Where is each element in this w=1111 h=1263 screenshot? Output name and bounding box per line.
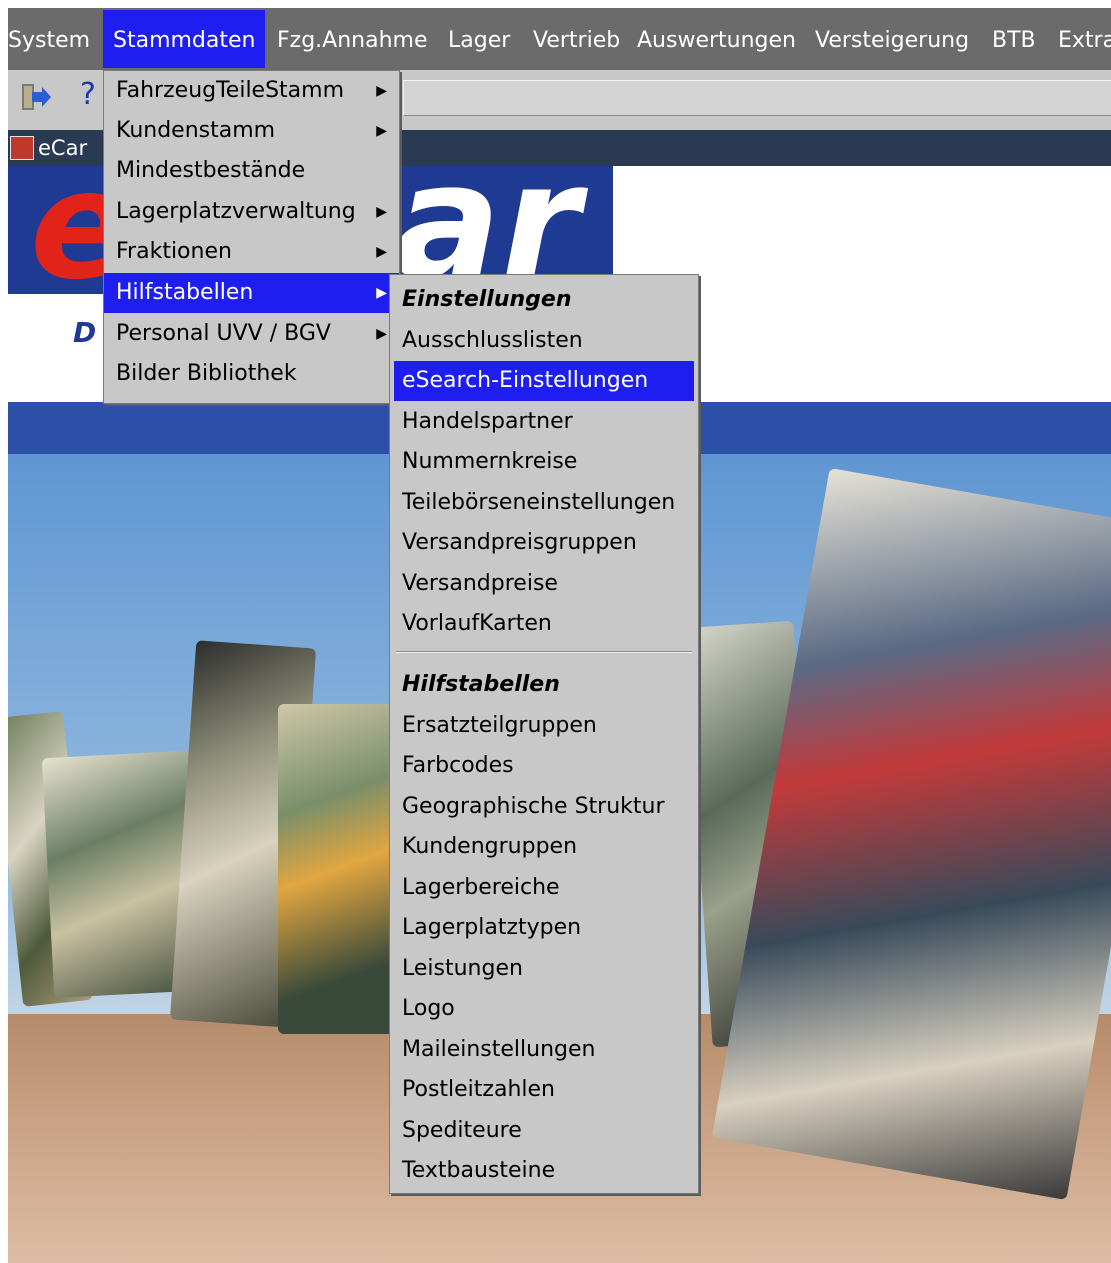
submenu-arrow-icon: ▶ — [376, 123, 387, 139]
menu-item-label: Kundenstamm — [116, 118, 276, 143]
menu-item-label: Spediteure — [402, 1118, 522, 1143]
menu-item-label: Farbcodes — [402, 753, 514, 778]
stammdaten-menu: FahrzeugTeileStamm ▶ Kundenstamm ▶ Mindest… — [103, 70, 400, 404]
menu-item-bilder-bibliothek[interactable]: Bilder Bibliothek — [104, 354, 399, 394]
menu-item-label: Versandpreise — [402, 571, 558, 596]
menu-vertrieb[interactable]: Vertrieb — [533, 28, 620, 54]
menu-item-handelspartner[interactable]: Handelspartner — [390, 402, 698, 442]
menu-item-geographische-struktur[interactable]: Geographische Struktur — [390, 787, 698, 827]
menu-item-label: Maileinstellungen — [402, 1037, 596, 1062]
menu-stammdaten-label: Stammdaten — [113, 28, 256, 53]
menu-item-lagerplatzverwaltung[interactable]: Lagerplatzverwaltung ▶ — [104, 192, 399, 232]
menu-item-vorlaufkarten[interactable]: VorlaufKarten — [390, 604, 698, 644]
submenu-arrow-icon: ▶ — [376, 285, 387, 301]
menu-item-maileinstellungen[interactable]: Maileinstellungen — [390, 1030, 698, 1070]
menu-item-lagerbereiche[interactable]: Lagerbereiche — [390, 868, 698, 908]
menu-item-hilfstabellen[interactable]: Hilfstabellen ▶ — [104, 273, 399, 313]
menu-versteigerung[interactable]: Versteigerung — [815, 28, 969, 54]
menu-item-label: Postleitzahlen — [402, 1077, 555, 1102]
menu-item-label: Lagerplatztypen — [402, 915, 582, 940]
menu-lager[interactable]: Lager — [448, 28, 510, 54]
menu-item-label: Lagerbereiche — [402, 875, 560, 900]
menu-item-label: Mindestbestände — [116, 158, 306, 183]
menu-item-label: VorlaufKarten — [402, 611, 552, 636]
menu-item-mindestbestaende[interactable]: Mindestbestände — [104, 151, 399, 191]
submenu-arrow-icon: ▶ — [376, 204, 387, 220]
menu-item-label: Geographische Struktur — [402, 794, 665, 819]
menu-btb[interactable]: BTB — [992, 28, 1036, 54]
menu-heading-label: Einstellungen — [402, 287, 572, 312]
menu-item-postleitzahlen[interactable]: Postleitzahlen — [390, 1070, 698, 1110]
submenu-arrow-icon: ▶ — [376, 244, 387, 260]
menu-item-ersatzteilgruppen[interactable]: Ersatzteilgruppen — [390, 706, 698, 746]
tagline: D — [73, 316, 97, 349]
menu-item-personal-uvv-bgv[interactable]: Personal UVV / BGV ▶ — [104, 314, 399, 354]
submenu-arrow-icon: ▶ — [376, 326, 387, 342]
menu-item-teileboerseneinstellungen[interactable]: Teilebörseneinstellungen — [390, 483, 698, 523]
menu-item-farbcodes[interactable]: Farbcodes — [390, 746, 698, 786]
help-icon[interactable]: ? — [80, 78, 96, 112]
app-frame: System Stammdaten Fzg.Annahme Lager Vert… — [8, 8, 1111, 1263]
menu-item-label: Ausschlusslisten — [402, 328, 583, 353]
menu-item-label: Personal UVV / BGV — [116, 321, 331, 346]
menu-item-logo[interactable]: Logo — [390, 989, 698, 1029]
menu-item-label: eSearch-Einstellungen — [402, 368, 649, 393]
menu-extra[interactable]: Extra — [1058, 28, 1111, 54]
hilfstabellen-submenu: Einstellungen Ausschlusslisten eSearch-E… — [389, 274, 699, 1194]
menu-item-label: Lagerplatzverwaltung — [116, 199, 356, 224]
submenu-arrow-icon: ▶ — [376, 83, 387, 99]
menu-item-spediteure[interactable]: Spediteure — [390, 1111, 698, 1151]
menu-item-label: Hilfstabellen — [116, 280, 254, 305]
menu-item-fahrzeugteilestamm[interactable]: FahrzeugTeileStamm ▶ — [104, 71, 399, 111]
window-icon — [10, 136, 34, 160]
menu-item-leistungen[interactable]: Leistungen — [390, 949, 698, 989]
menu-item-label: Versandpreisgruppen — [402, 530, 637, 555]
graffiti-car — [278, 704, 398, 1034]
menu-system[interactable]: System — [8, 28, 90, 54]
menu-separator — [396, 651, 692, 653]
menu-item-kundenstamm[interactable]: Kundenstamm ▶ — [104, 111, 399, 151]
menu-item-label: Logo — [402, 996, 455, 1021]
menu-item-label: Kundengruppen — [402, 834, 578, 859]
menu-item-label: Fraktionen — [116, 239, 232, 264]
menu-auswertungen[interactable]: Auswertungen — [637, 28, 796, 54]
menu-item-label: Bilder Bibliothek — [116, 361, 297, 386]
menu-item-versandpreisgruppen[interactable]: Versandpreisgruppen — [390, 523, 698, 563]
menu-item-versandpreise[interactable]: Versandpreise — [390, 564, 698, 604]
menubar: System Stammdaten Fzg.Annahme Lager Vert… — [8, 8, 1111, 70]
menu-heading-einstellungen: Einstellungen — [390, 280, 698, 320]
menu-item-lagerplatztypen[interactable]: Lagerplatztypen — [390, 908, 698, 948]
window-title: eCar — [38, 136, 88, 160]
menu-item-textbausteine[interactable]: Textbausteine — [390, 1151, 698, 1191]
menu-fzg-annahme[interactable]: Fzg.Annahme — [277, 28, 428, 54]
menu-item-nummernkreise[interactable]: Nummernkreise — [390, 442, 698, 482]
menu-item-label: Teilebörseneinstellungen — [402, 490, 676, 515]
menu-item-label: FahrzeugTeileStamm — [116, 78, 345, 103]
menu-heading-label: Hilfstabellen — [402, 672, 560, 697]
exit-icon[interactable] — [18, 82, 52, 120]
menu-item-fraktionen[interactable]: Fraktionen ▶ — [104, 232, 399, 272]
menu-item-label: Ersatzteilgruppen — [402, 713, 597, 738]
toolbar-area — [403, 80, 1111, 116]
menu-item-kundengruppen[interactable]: Kundengruppen — [390, 827, 698, 867]
menu-item-esearch-einstellungen[interactable]: eSearch-Einstellungen — [394, 361, 694, 401]
menu-stammdaten[interactable]: Stammdaten — [103, 10, 266, 68]
menu-item-ausschlusslisten[interactable]: Ausschlusslisten — [390, 321, 698, 361]
menu-item-label: Textbausteine — [402, 1158, 556, 1183]
menu-item-label: Handelspartner — [402, 409, 573, 434]
menu-heading-hilfstabellen: Hilfstabellen — [390, 665, 698, 705]
menu-item-label: Nummernkreise — [402, 449, 578, 474]
menu-item-label: Leistungen — [402, 956, 523, 981]
